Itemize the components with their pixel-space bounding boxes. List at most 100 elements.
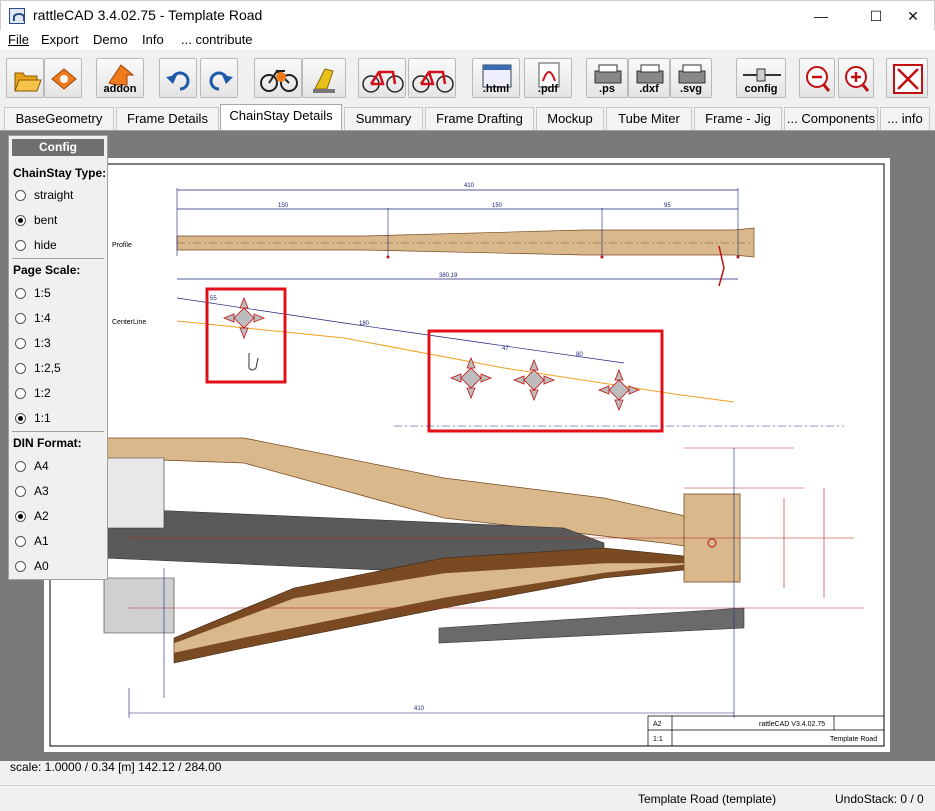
config-label: config bbox=[744, 83, 778, 95]
tab-basegeometry[interactable]: BaseGeometry bbox=[4, 107, 114, 131]
addon-button[interactable]: addon bbox=[96, 58, 144, 98]
open-template-icon bbox=[51, 68, 77, 90]
radio-icon bbox=[15, 363, 26, 374]
title-block-app: rattleCAD V3.4.02.75 bbox=[759, 721, 825, 728]
tab-info[interactable]: ... info bbox=[880, 107, 930, 131]
title-bar: rattleCAD 3.4.02.75 - Template Road — ☐ … bbox=[0, 0, 935, 30]
cl-dim-3: 47 bbox=[502, 346, 509, 352]
redo-button[interactable] bbox=[200, 58, 238, 98]
din-format-a4[interactable]: A4 bbox=[15, 459, 49, 475]
dim-length: 380.19 bbox=[439, 273, 458, 279]
centerline-label: CenterLine bbox=[112, 319, 146, 326]
page-scale-1-1[interactable]: 1:1 bbox=[15, 411, 51, 427]
title-block-format: A2 bbox=[653, 721, 662, 728]
chainstay-type-bent[interactable]: bent bbox=[15, 213, 57, 229]
export-dxf-button[interactable]: .dxf bbox=[628, 58, 670, 98]
page-scale-1-5[interactable]: 1:5 bbox=[15, 286, 51, 302]
radio-selected-icon bbox=[15, 413, 26, 424]
tab-bar: BaseGeometry Frame Details ChainStay Det… bbox=[0, 104, 935, 131]
tab-summary[interactable]: Summary bbox=[344, 107, 423, 131]
status-bar: Template Road (template) UndoStack: 0 / … bbox=[0, 785, 935, 811]
zoom-out-button[interactable] bbox=[799, 58, 835, 98]
config-button[interactable]: config bbox=[736, 58, 786, 98]
page-scale-1-3[interactable]: 1:3 bbox=[15, 336, 51, 352]
bike-view-button-2[interactable] bbox=[408, 58, 456, 98]
tab-tube-miter[interactable]: Tube Miter bbox=[606, 107, 692, 131]
chainstay-type-straight[interactable]: straight bbox=[15, 188, 73, 204]
divider bbox=[12, 258, 104, 259]
page-scale-1-2[interactable]: 1:2 bbox=[15, 386, 51, 402]
menu-info[interactable]: Info bbox=[142, 32, 164, 47]
tab-frame-drafting[interactable]: Frame Drafting bbox=[425, 107, 534, 131]
chainstay-drawing: Profile 410 150 150 95 380.19 CenterLine… bbox=[49, 163, 885, 747]
undo-button[interactable] bbox=[159, 58, 197, 98]
din-format-a3[interactable]: A3 bbox=[15, 484, 49, 500]
open-button[interactable] bbox=[6, 58, 44, 98]
status-document: Template Road (template) bbox=[638, 792, 777, 806]
menu-file[interactable]: File bbox=[8, 32, 29, 47]
close-button[interactable]: ✕ bbox=[890, 1, 935, 31]
zoom-in-button[interactable] bbox=[838, 58, 874, 98]
export-pdf-button[interactable]: .pdf bbox=[524, 58, 572, 98]
menu-export[interactable]: Export bbox=[41, 32, 79, 47]
profile-view: Profile 410 150 150 95 380.19 bbox=[112, 183, 755, 287]
menu-contribute[interactable]: ... contribute bbox=[181, 32, 253, 47]
bike-view-button-1[interactable] bbox=[358, 58, 406, 98]
export-ps-button[interactable]: .ps bbox=[586, 58, 628, 98]
drawing-canvas[interactable]: Profile 410 150 150 95 380.19 CenterLine… bbox=[0, 130, 935, 761]
tab-frame-details[interactable]: Frame Details bbox=[116, 107, 219, 131]
window-title: rattleCAD 3.4.02.75 - Template Road bbox=[33, 7, 263, 23]
din-format-a1[interactable]: A1 bbox=[15, 534, 49, 550]
divider bbox=[12, 431, 104, 432]
template-button[interactable] bbox=[44, 58, 82, 98]
drag-handle[interactable] bbox=[222, 296, 266, 340]
app-icon bbox=[9, 8, 25, 24]
tab-frame-jig[interactable]: Frame - Jig bbox=[694, 107, 782, 131]
lamp-button[interactable] bbox=[302, 58, 346, 98]
scale-readout: scale: 1.0000 / 0.34 [m] 142.12 / 284.00 bbox=[10, 760, 222, 774]
tab-components[interactable]: ... Components bbox=[784, 107, 878, 131]
din-format-label: DIN Format: bbox=[13, 436, 82, 450]
page-scale-label: Page Scale: bbox=[13, 263, 81, 277]
config-title: Config bbox=[12, 139, 104, 156]
export-html-button[interactable]: .html bbox=[472, 58, 520, 98]
pdf-label: .pdf bbox=[537, 83, 559, 95]
html-label: .html bbox=[482, 83, 510, 95]
menu-demo[interactable]: Demo bbox=[93, 32, 128, 47]
page-scale-1-2-5[interactable]: 1:2,5 bbox=[15, 361, 61, 377]
title-block-project: Template Road bbox=[830, 736, 877, 743]
drawing-sheet: Profile 410 150 150 95 380.19 CenterLine… bbox=[44, 158, 890, 752]
zoom-out-icon bbox=[806, 66, 831, 92]
chainstay-type-label: ChainStay Type: bbox=[13, 166, 107, 180]
status-undo-stack: UndoStack: 0 / 0 bbox=[835, 792, 924, 806]
radio-selected-icon bbox=[15, 511, 26, 522]
redo-icon bbox=[209, 71, 233, 91]
toolbar: addon .html .pdf .ps .dxf .svg config bbox=[0, 52, 935, 102]
radio-selected-icon bbox=[15, 215, 26, 226]
radio-icon bbox=[15, 338, 26, 349]
din-format-a2[interactable]: A2 bbox=[15, 509, 49, 525]
fit-window-icon bbox=[893, 64, 923, 94]
drag-handle[interactable] bbox=[512, 358, 556, 402]
minimize-button[interactable]: — bbox=[798, 1, 844, 31]
chainstay-type-hide[interactable]: hide bbox=[15, 238, 57, 254]
cl-dim-2: 180 bbox=[359, 321, 370, 327]
export-svg-button[interactable]: .svg bbox=[670, 58, 712, 98]
page-scale-1-4[interactable]: 1:4 bbox=[15, 311, 51, 327]
radio-icon bbox=[15, 388, 26, 399]
menu-bar: File Export Demo Info ... contribute bbox=[0, 30, 935, 50]
tab-mockup[interactable]: Mockup bbox=[536, 107, 604, 131]
zoom-in-icon bbox=[845, 66, 870, 92]
din-format-a0[interactable]: A0 bbox=[15, 559, 49, 575]
drag-handle[interactable] bbox=[597, 368, 641, 412]
chainstay-assembly-view: 410 bbox=[103, 425, 864, 718]
centerline-view: CenterLine 55 180 47 80 bbox=[112, 287, 735, 433]
cl-dim-4: 80 bbox=[576, 352, 583, 358]
undo-icon bbox=[166, 71, 190, 91]
fit-window-button[interactable] bbox=[886, 58, 928, 98]
radio-icon bbox=[15, 190, 26, 201]
radio-icon bbox=[15, 561, 26, 572]
tab-chainstay-details[interactable]: ChainStay Details bbox=[220, 104, 342, 131]
ps-label: .ps bbox=[599, 83, 615, 95]
bike-config-button[interactable] bbox=[254, 58, 302, 98]
